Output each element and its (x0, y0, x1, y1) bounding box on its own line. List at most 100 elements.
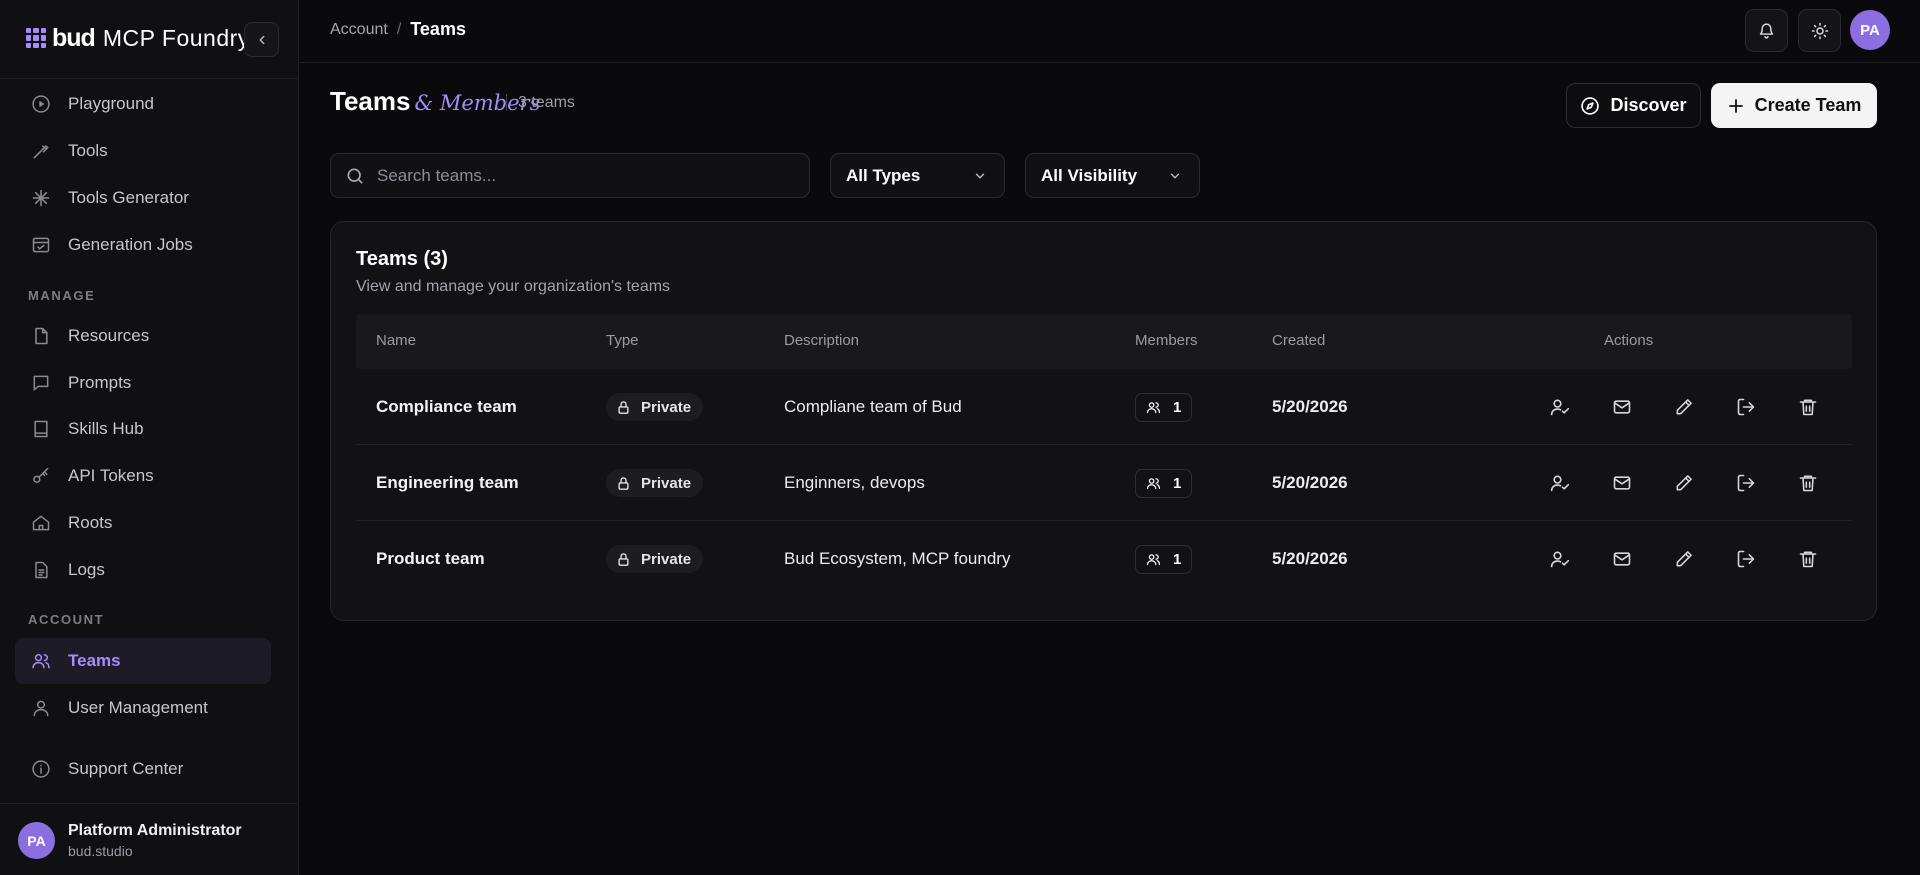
search-box (330, 153, 810, 198)
members-count-pill[interactable]: 1 (1135, 468, 1193, 498)
chevron-down-icon (1170, 173, 1180, 178)
column-header-type: Type (606, 332, 639, 349)
page-title-main: Teams (330, 86, 411, 116)
column-header-name: Name (376, 332, 417, 349)
user-check-icon (1550, 399, 1570, 416)
created-date: 5/20/2026 (1272, 397, 1348, 416)
visibility-badge: Private (606, 393, 704, 421)
user-profile[interactable]: PA Platform Administrator bud.studio (18, 822, 242, 859)
manage-members-button[interactable] (1548, 547, 1572, 571)
breadcrumb-account[interactable]: Account (330, 21, 388, 39)
type-filter-select[interactable]: All Types (830, 153, 1005, 198)
sidebar-item-label: Resources (68, 326, 150, 345)
team-description: Enginners, devops (784, 473, 925, 492)
divider (0, 78, 298, 79)
sidebar-item-logs[interactable]: Logs (15, 547, 271, 593)
sidebar-item-label: Tools (68, 141, 108, 160)
delete-button[interactable] (1796, 471, 1820, 495)
sidebar-item-prompts[interactable]: Prompts (15, 360, 271, 406)
mail-icon (1613, 476, 1631, 490)
message-icon (30, 372, 52, 394)
file-icon (30, 325, 52, 347)
leave-team-button[interactable] (1734, 395, 1758, 419)
invite-button[interactable] (1610, 395, 1634, 419)
table-header: Name Type Description Members Created Ac… (356, 314, 1852, 369)
card-title: Teams (3) (356, 248, 448, 270)
discover-button[interactable]: Discover (1566, 83, 1701, 128)
table-row[interactable]: Compliance team Private Compliane team o… (356, 369, 1852, 445)
trash-icon (1799, 399, 1817, 416)
brand-name-bold: bud (52, 23, 96, 52)
team-name[interactable]: Engineering team (376, 445, 519, 521)
created-date: 5/20/2026 (1272, 473, 1348, 492)
sidebar-item-api-tokens[interactable]: API Tokens (15, 453, 271, 499)
mail-icon (1613, 400, 1631, 414)
sidebar-item-tools-generator[interactable]: Tools Generator (15, 175, 271, 221)
sidebar-item-teams[interactable]: Teams (15, 638, 271, 684)
card-subtitle: View and manage your organization's team… (356, 278, 671, 295)
type-filter-value: All Types (846, 165, 921, 185)
visibility-label: Private (641, 474, 692, 492)
log-out-icon (1737, 474, 1755, 492)
sidebar-item-user-management[interactable]: User Management (15, 685, 271, 731)
user-avatar-button[interactable]: PA (1850, 10, 1890, 50)
members-cell: 1 (1135, 521, 1193, 597)
plus-icon (1728, 98, 1743, 113)
edit-button[interactable] (1672, 547, 1696, 571)
chevron-down-icon (975, 173, 985, 178)
sidebar-item-roots[interactable]: Roots (15, 500, 271, 546)
members-count: 1 (1173, 550, 1182, 568)
visibility-badge: Private (606, 545, 704, 573)
bell-icon (1759, 23, 1774, 39)
members-count-pill[interactable]: 1 (1135, 544, 1193, 574)
visibility-filter-select[interactable]: All Visibility (1025, 153, 1200, 198)
search-input[interactable] (377, 165, 777, 186)
brand-logo[interactable]: bud MCP Foundry (26, 22, 250, 54)
team-name[interactable]: Product team (376, 521, 485, 597)
leave-team-button[interactable] (1734, 471, 1758, 495)
notifications-button[interactable] (1745, 9, 1788, 52)
sidebar-item-support-center[interactable]: Support Center (15, 746, 271, 792)
sidebar-item-playground[interactable]: Playground (15, 81, 271, 127)
team-name[interactable]: Compliance team (376, 369, 517, 445)
sidebar-item-label: User Management (68, 698, 208, 717)
team-description: Compliane team of Bud (784, 397, 962, 416)
collapse-sidebar-button[interactable] (244, 22, 279, 57)
sidebar-item-skills-hub[interactable]: Skills Hub (15, 406, 271, 452)
type-cell: Private (606, 369, 704, 445)
visibility-filter-value: All Visibility (1041, 165, 1138, 185)
key-icon (30, 465, 52, 487)
delete-button[interactable] (1796, 547, 1820, 571)
manage-members-button[interactable] (1548, 471, 1572, 495)
invite-button[interactable] (1610, 547, 1634, 571)
edit-button[interactable] (1672, 395, 1696, 419)
invite-button[interactable] (1610, 471, 1634, 495)
section-label-manage: MANAGE (28, 288, 96, 303)
sidebar-item-tools[interactable]: Tools (15, 128, 271, 174)
calendar-check-icon (30, 234, 52, 256)
log-out-icon (1737, 550, 1755, 568)
type-cell: Private (606, 521, 704, 597)
info-icon (30, 758, 52, 780)
table-row[interactable]: Engineering team Private Enginners, devo… (356, 445, 1852, 521)
users-icon (1146, 401, 1161, 413)
leave-team-button[interactable] (1734, 547, 1758, 571)
user-check-icon (1550, 475, 1570, 492)
column-header-description: Description (784, 332, 860, 349)
trash-icon (1799, 475, 1817, 492)
create-team-button[interactable]: Create Team (1711, 83, 1877, 128)
members-count-pill[interactable]: 1 (1135, 392, 1193, 422)
sidebar-item-resources[interactable]: Resources (15, 313, 271, 359)
teams-card: Teams (3) View and manage your organizat… (330, 221, 1877, 621)
manage-members-button[interactable] (1548, 395, 1572, 419)
edit-button[interactable] (1672, 471, 1696, 495)
column-header-actions: Actions (1604, 332, 1654, 349)
log-out-icon (1737, 398, 1755, 416)
delete-button[interactable] (1796, 395, 1820, 419)
visibility-label: Private (641, 550, 692, 568)
theme-toggle-button[interactable] (1798, 9, 1841, 52)
members-count: 1 (1173, 398, 1182, 416)
play-circle-icon (30, 93, 52, 115)
table-row[interactable]: Product team Private Bud Ecosystem, MCP … (356, 521, 1852, 597)
sidebar-item-generation-jobs[interactable]: Generation Jobs (15, 222, 271, 268)
